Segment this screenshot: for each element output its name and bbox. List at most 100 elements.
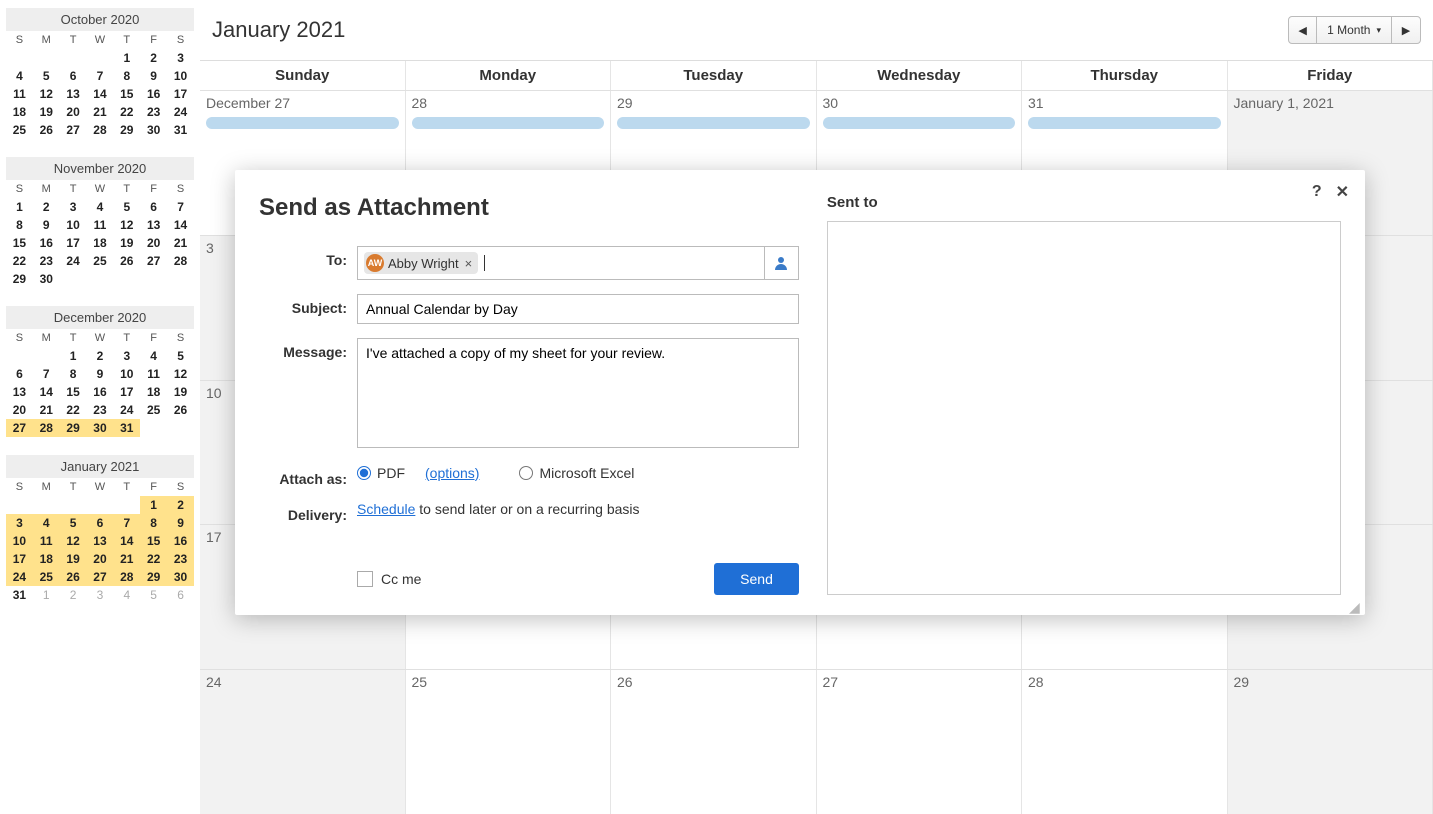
mini-calendar-day[interactable]: 17: [6, 550, 33, 568]
mini-calendar-day[interactable]: 1: [60, 347, 87, 365]
mini-calendar-day[interactable]: 25: [87, 252, 114, 270]
mini-calendar-day[interactable]: 27: [87, 568, 114, 586]
mini-calendar-day[interactable]: 27: [6, 419, 33, 437]
mini-calendar-day[interactable]: 29: [140, 568, 167, 586]
mini-calendar-day[interactable]: 1: [140, 496, 167, 514]
mini-calendar-day[interactable]: 15: [60, 383, 87, 401]
mini-calendar-day[interactable]: 10: [167, 67, 194, 85]
mini-calendar-day[interactable]: 11: [87, 216, 114, 234]
mini-calendar-day[interactable]: 15: [140, 532, 167, 550]
mini-calendar-day[interactable]: 2: [87, 347, 114, 365]
contact-picker-button[interactable]: [765, 246, 799, 280]
to-input[interactable]: AW Abby Wright ×: [357, 246, 765, 280]
mini-calendar-day[interactable]: 24: [167, 103, 194, 121]
mini-calendar-day[interactable]: 25: [33, 568, 60, 586]
mini-calendar-day[interactable]: 23: [140, 103, 167, 121]
mini-calendar-day[interactable]: 21: [87, 103, 114, 121]
mini-calendar-day[interactable]: 29: [60, 419, 87, 437]
mini-calendar-day[interactable]: 11: [33, 532, 60, 550]
mini-calendar-day[interactable]: 7: [113, 514, 140, 532]
mini-calendar-day[interactable]: 2: [140, 49, 167, 67]
mini-calendar-day[interactable]: 25: [140, 401, 167, 419]
mini-calendar-day[interactable]: 30: [33, 270, 60, 288]
mini-calendar-day[interactable]: 31: [6, 586, 33, 604]
mini-calendar-day[interactable]: [87, 270, 114, 288]
mini-calendar-day[interactable]: 29: [6, 270, 33, 288]
message-textarea[interactable]: I've attached a copy of my sheet for you…: [357, 338, 799, 448]
mini-calendar-day[interactable]: 6: [6, 365, 33, 383]
event-bar[interactable]: [206, 117, 399, 129]
mini-calendar-day[interactable]: 15: [6, 234, 33, 252]
mini-calendar-day[interactable]: 19: [60, 550, 87, 568]
mini-calendar-day[interactable]: 6: [87, 514, 114, 532]
view-range-select[interactable]: 1 Month ▾: [1317, 17, 1392, 43]
mini-calendar-day[interactable]: 28: [113, 568, 140, 586]
mini-calendar-day[interactable]: 24: [6, 568, 33, 586]
mini-calendar-day[interactable]: 16: [167, 532, 194, 550]
mini-calendar-day[interactable]: 13: [6, 383, 33, 401]
mini-calendar-day[interactable]: 16: [87, 383, 114, 401]
mini-calendar-day[interactable]: 30: [140, 121, 167, 139]
mini-calendar-day[interactable]: 30: [87, 419, 114, 437]
mini-calendar-day[interactable]: [33, 496, 60, 514]
mini-calendar-day[interactable]: 27: [140, 252, 167, 270]
mini-calendar-day[interactable]: 9: [87, 365, 114, 383]
mini-calendar-day[interactable]: 31: [113, 419, 140, 437]
mini-calendar-day[interactable]: 4: [113, 586, 140, 604]
mini-calendar-day[interactable]: [113, 270, 140, 288]
mini-calendar-day[interactable]: 28: [87, 121, 114, 139]
close-icon[interactable]: ✕: [1336, 182, 1349, 202]
mini-calendar-day[interactable]: 15: [113, 85, 140, 103]
mini-calendar-day[interactable]: 4: [87, 198, 114, 216]
mini-calendar-day[interactable]: 3: [167, 49, 194, 67]
mini-calendar-day[interactable]: [60, 496, 87, 514]
mini-calendar-day[interactable]: 10: [113, 365, 140, 383]
mini-calendar-day[interactable]: 14: [33, 383, 60, 401]
mini-calendar-day[interactable]: 4: [6, 67, 33, 85]
mini-calendar-day[interactable]: 17: [167, 85, 194, 103]
mini-calendar-day[interactable]: 18: [6, 103, 33, 121]
mini-calendar-day[interactable]: 2: [167, 496, 194, 514]
mini-calendar-day[interactable]: 19: [113, 234, 140, 252]
mini-calendar-day[interactable]: 14: [113, 532, 140, 550]
mini-calendar-day[interactable]: 8: [6, 216, 33, 234]
mini-calendar-day[interactable]: 7: [167, 198, 194, 216]
attach-excel-radio[interactable]: Microsoft Excel: [519, 465, 634, 481]
mini-calendar-day[interactable]: 8: [60, 365, 87, 383]
mini-calendar-day[interactable]: 4: [140, 347, 167, 365]
mini-calendar-day[interactable]: 3: [6, 514, 33, 532]
mini-calendar-day[interactable]: 20: [87, 550, 114, 568]
mini-calendar-day[interactable]: 21: [33, 401, 60, 419]
help-icon[interactable]: ?: [1312, 183, 1322, 201]
mini-calendar-day[interactable]: [167, 270, 194, 288]
mini-calendar-day[interactable]: 22: [6, 252, 33, 270]
mini-calendar-day[interactable]: 26: [113, 252, 140, 270]
mini-calendar-day[interactable]: 6: [140, 198, 167, 216]
mini-calendar-day[interactable]: 2: [33, 198, 60, 216]
remove-recipient-icon[interactable]: ×: [465, 256, 473, 271]
event-bar[interactable]: [617, 117, 810, 129]
schedule-link[interactable]: Schedule: [357, 501, 415, 517]
mini-calendar-day[interactable]: 16: [140, 85, 167, 103]
mini-calendar-day[interactable]: 26: [60, 568, 87, 586]
mini-calendar-day[interactable]: 6: [60, 67, 87, 85]
calendar-day-cell[interactable]: 27: [817, 670, 1023, 814]
mini-calendar-day[interactable]: [33, 49, 60, 67]
resize-handle-icon[interactable]: ◢: [1349, 599, 1363, 613]
mini-calendar-day[interactable]: 19: [33, 103, 60, 121]
mini-calendar-day[interactable]: 24: [60, 252, 87, 270]
calendar-day-cell[interactable]: 25: [406, 670, 612, 814]
mini-calendar-day[interactable]: 13: [140, 216, 167, 234]
mini-calendar-day[interactable]: [60, 49, 87, 67]
mini-calendar-day[interactable]: [6, 347, 33, 365]
mini-calendar-day[interactable]: [87, 49, 114, 67]
mini-calendar-day[interactable]: 12: [167, 365, 194, 383]
mini-calendar-day[interactable]: 21: [167, 234, 194, 252]
mini-calendar-day[interactable]: 12: [33, 85, 60, 103]
mini-calendar-day[interactable]: 11: [140, 365, 167, 383]
mini-calendar-day[interactable]: 23: [87, 401, 114, 419]
send-button[interactable]: Send: [714, 563, 799, 595]
calendar-day-cell[interactable]: 28: [1022, 670, 1228, 814]
calendar-day-cell[interactable]: 24: [200, 670, 406, 814]
mini-calendar-day[interactable]: 10: [60, 216, 87, 234]
